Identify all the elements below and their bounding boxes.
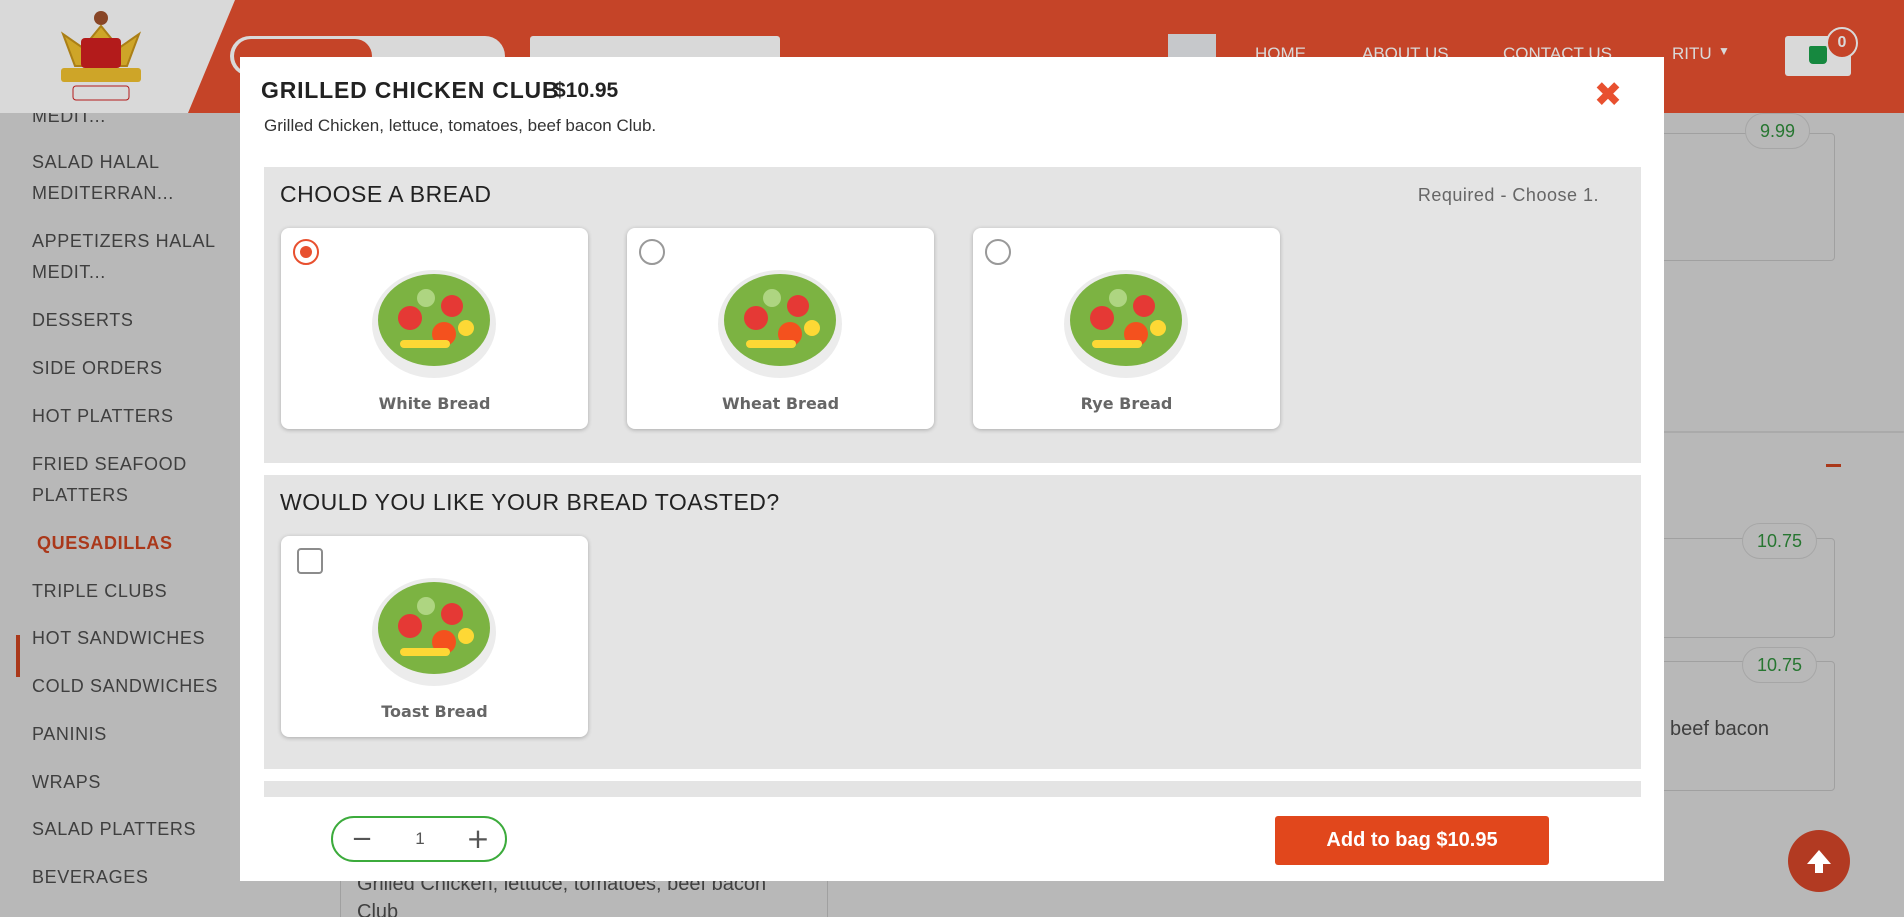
option-white-bread[interactable]: White Bread: [281, 228, 588, 429]
option-label: Wheat Bread: [721, 394, 840, 413]
option-group-bread: CHOOSE A BREAD Required - Choose 1. Whit…: [264, 167, 1641, 463]
options-scroll-area[interactable]: CHOOSE A BREAD Required - Choose 1. Whit…: [264, 167, 1641, 797]
arrow-up-icon[interactable]: [1788, 830, 1850, 892]
radio-unselected[interactable]: [639, 239, 665, 265]
option-label: Rye Bread: [1080, 394, 1173, 413]
modal-price: $10.95: [554, 79, 619, 102]
option-toast-bread[interactable]: Toast Bread: [281, 536, 588, 737]
salad-image: [1064, 270, 1188, 378]
option-rye-bread[interactable]: Rye Bread: [973, 228, 1280, 429]
salad-image: [718, 270, 842, 378]
modal-description: Grilled Chicken, lettuce, tomatoes, beef…: [264, 116, 657, 135]
radio-unselected[interactable]: [985, 239, 1011, 265]
option-group-title: CHOOSE A BREAD: [280, 181, 492, 207]
option-label: White Bread: [378, 394, 491, 413]
minus-icon[interactable]: −: [347, 822, 377, 856]
close-icon[interactable]: ✖: [1592, 78, 1624, 112]
salad-image: [372, 578, 496, 686]
option-label: Toast Bread: [381, 702, 488, 721]
item-options-modal: GRILLED CHICKEN CLUB $10.95 Grilled Chic…: [240, 57, 1664, 881]
plus-icon[interactable]: +: [463, 822, 493, 856]
add-to-bag-button[interactable]: Add to bag $10.95: [1275, 816, 1549, 865]
modal-title: GRILLED CHICKEN CLUB: [261, 77, 560, 103]
quantity-input[interactable]: [393, 824, 447, 854]
modal-footer: − + Add to bag $10.95: [240, 797, 1664, 881]
option-wheat-bread[interactable]: Wheat Bread: [627, 228, 934, 429]
checkbox-unchecked[interactable]: [297, 548, 323, 574]
option-group-next: [264, 781, 1641, 797]
option-group-title: WOULD YOU LIKE YOUR BREAD TOASTED?: [280, 489, 780, 515]
salad-image: [372, 270, 496, 378]
option-group-requirement: Required - Choose 1.: [1417, 185, 1599, 205]
radio-selected[interactable]: [293, 239, 319, 265]
option-group-toasted: WOULD YOU LIKE YOUR BREAD TOASTED? Toast…: [264, 475, 1641, 769]
quantity-stepper: − +: [331, 816, 507, 862]
